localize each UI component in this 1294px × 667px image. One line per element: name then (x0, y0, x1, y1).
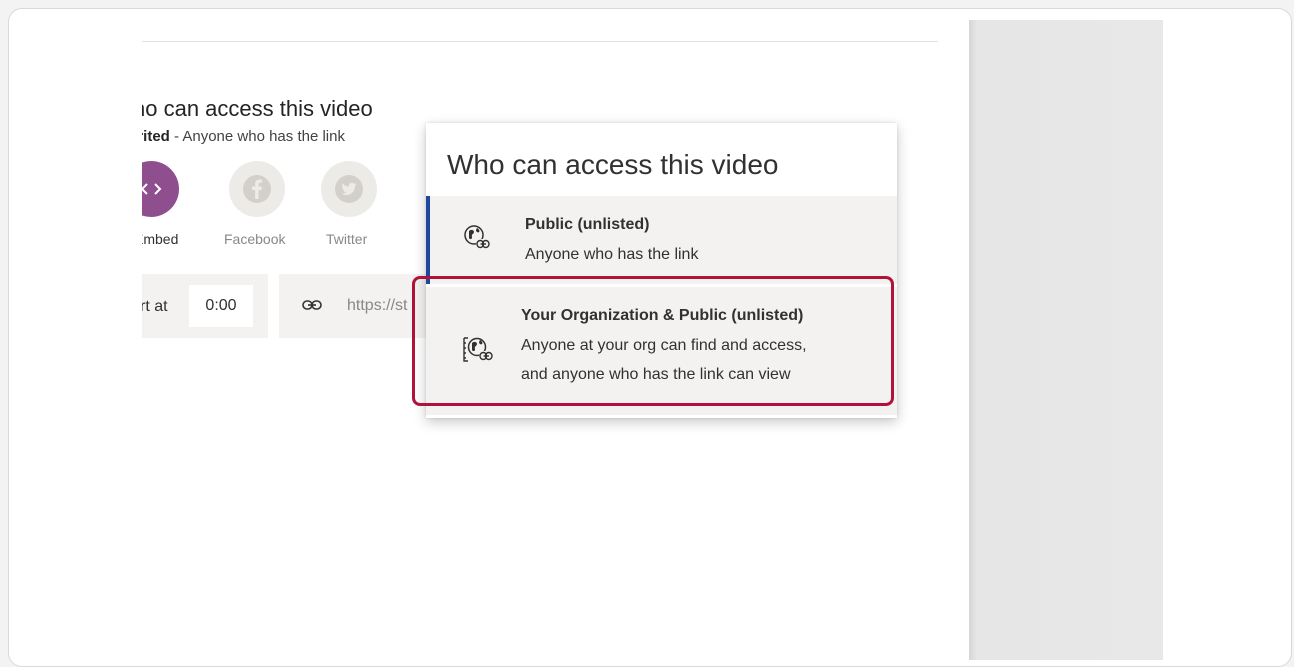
org-globe-link-icon (463, 337, 493, 362)
facebook-label: Facebook (224, 231, 286, 247)
option-org-and-public[interactable]: Your Organization & Public (unlisted) An… (426, 287, 897, 415)
twitter-label: Twitter (326, 231, 368, 247)
top-divider (142, 41, 938, 42)
embed-button[interactable] (142, 161, 179, 217)
dropdown-title: Who can access this video (447, 149, 779, 180)
code-icon (142, 183, 162, 195)
start-at-label: rt at (142, 298, 168, 315)
start-at-box: rt at (142, 274, 268, 338)
twitter-icon (335, 175, 363, 203)
option-description: Anyone who has the link (525, 246, 699, 263)
access-subtitle: erited - Anyone who has the link (142, 128, 345, 145)
inherited-label: erited (142, 128, 170, 145)
right-gray-panel (969, 20, 1163, 660)
option-description-line2: and anyone who has the link can view (521, 366, 791, 383)
facebook-button[interactable] (229, 161, 285, 217)
share-url: https://st (347, 297, 408, 314)
start-time-input[interactable] (189, 285, 253, 327)
access-section-title: ho can access this video (142, 96, 373, 121)
option-description-line1: Anyone at your org can find and access, (521, 337, 807, 354)
share-panel: ho can access this video erited - Anyone… (142, 20, 1163, 660)
access-dropdown: Who can access this video Public (unlist… (426, 123, 897, 418)
embed-label: Embed (142, 231, 179, 247)
twitter-button[interactable] (321, 161, 377, 217)
access-description: - Anyone who has the link (169, 128, 345, 145)
option-title: Public (unlisted) (525, 216, 650, 233)
screenshot-frame: ho can access this video erited - Anyone… (8, 8, 1292, 667)
facebook-icon (243, 175, 271, 203)
globe-link-icon (464, 225, 490, 249)
option-public-unlisted[interactable]: Public (unlisted) Anyone who has the lin… (426, 196, 897, 284)
link-icon (302, 300, 322, 310)
option-title: Your Organization & Public (unlisted) (521, 307, 804, 324)
